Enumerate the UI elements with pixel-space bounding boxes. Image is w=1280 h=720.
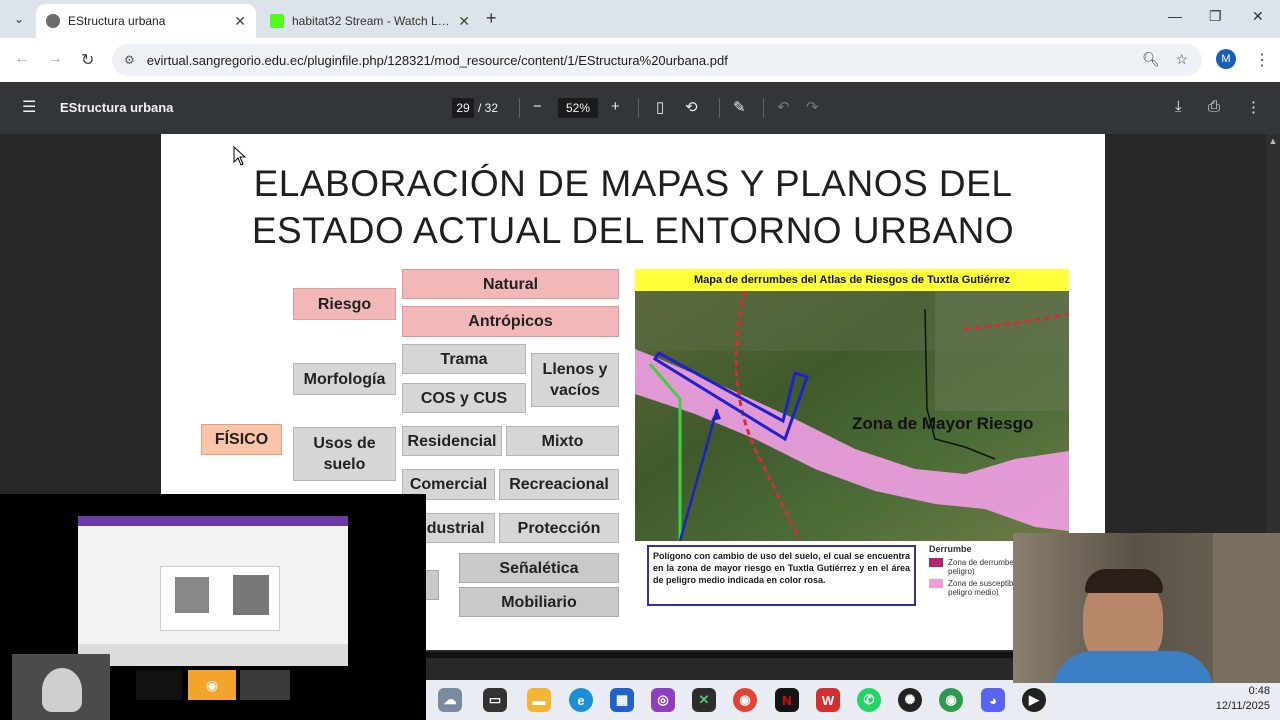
item-cos-cus: COS y CUS [402,383,526,413]
risk-map-image: Zona de Mayor Riesgo [635,269,1069,541]
file-explorer-icon[interactable]: ▬ [527,688,551,712]
screen-share-overlay: ◉ [0,494,426,720]
tab-strip: ⌄ EStructura urbana ✕ habitat32 Stream -… [0,0,1280,38]
minimize-icon[interactable]: — [1168,8,1182,24]
wps-office-icon[interactable]: W [816,688,840,712]
url-text: evirtual.sangregorio.edu.ec/pluginfile.p… [146,52,728,68]
category-riesgo: Riesgo [293,288,396,320]
legend-swatch [929,558,943,567]
preview-document [160,566,280,631]
tab-search-button[interactable]: ⌄ [8,8,30,30]
chrome-icon[interactable]: ◉ [733,688,757,712]
map-caption: Polígono con cambio de uso del suelo, el… [647,545,916,606]
profile-avatar[interactable]: M [1216,49,1236,69]
zoom-out-icon[interactable]: − [533,98,542,115]
windows-taskbar: ☁ ▭ ▬ e ▦ ◎ ✕ ◉ N W ✆ ✺ ◉ ◕ ▶ 0:48 12/11… [426,680,1280,720]
davinci-icon[interactable]: ✺ [898,688,922,712]
mouse-cursor-icon [233,146,247,166]
category-usos-suelo: Usos de suelo [293,427,396,481]
root-fisico: FÍSICO [201,424,282,455]
browser-menu-icon[interactable]: ⋮ [1254,50,1270,70]
overlay-strip [426,652,1014,658]
sidebar-menu-icon[interactable]: ☰ [22,97,36,117]
close-window-icon[interactable]: ✕ [1252,8,1264,25]
forward-icon[interactable]: → [47,50,63,68]
bookmark-star-icon[interactable]: ☆ [1175,51,1188,67]
item-residencial: Residencial [402,426,502,456]
back-icon[interactable]: ← [14,50,30,68]
item-recreacional: Recreacional [499,469,619,500]
tab-title: habitat32 Stream - Watch Live on [292,14,453,28]
scroll-up-icon[interactable]: ▲ [1266,136,1280,146]
tab-habitat-stream[interactable]: habitat32 Stream - Watch Live on ✕ [260,4,480,38]
download-icon[interactable]: ⤓ [1175,98,1182,115]
edge-icon[interactable]: e [569,688,593,712]
fit-page-icon[interactable]: ▯ [656,98,664,116]
tab-estructura-urbana[interactable]: EStructura urbana ✕ [36,4,256,38]
pdf-toolbar: ☰ EStructura urbana 29 / 32 − 52% + ▯ ⟲ … [0,82,1280,134]
item-senaletica: Señalética [459,553,619,583]
netflix-icon[interactable]: N [775,688,799,712]
item-mobiliario: Mobiliario [459,587,619,617]
map-title: Mapa de derrumbes del Atlas de Riesgos d… [635,269,1069,291]
restore-icon[interactable]: ❐ [1209,8,1222,25]
site-info-icon[interactable]: ⚙ [124,53,135,67]
item-antropicos: Antrópicos [402,306,619,337]
kick-logo-icon [270,14,284,28]
divider [763,98,764,118]
undo-icon[interactable]: ↶ [777,98,790,116]
clock-date: 12/11/2025 [1215,700,1270,712]
address-bar[interactable]: ⚙ evirtual.sangregorio.edu.ec/pluginfile… [112,44,1202,76]
close-tab-icon[interactable]: ✕ [458,13,470,30]
item-trama: Trama [402,344,526,374]
photos-icon[interactable]: ◎ [651,688,675,712]
small-webcam-preview [12,654,110,720]
item-natural: Natural [402,269,619,299]
zoom-icon[interactable]: 🔍︎ [1142,51,1160,67]
close-tab-icon[interactable]: ✕ [234,13,246,30]
more-options-icon[interactable]: ⋮ [1246,98,1261,116]
xbox-icon[interactable]: ✕ [692,688,716,712]
divider [638,98,639,118]
browser-toolbar: ← → ↻ ⚙ evirtual.sangregorio.edu.ec/plug… [0,38,1280,82]
slide-title-line2: ESTADO ACTUAL DEL ENTORNO URBANO [251,210,1015,251]
category-morfologia: Morfología [293,363,396,395]
discord-icon: ◉ [188,670,236,700]
clock-time: 0:48 [1248,685,1270,697]
reload-icon[interactable]: ↻ [81,50,94,70]
task-view-icon[interactable]: ▭ [483,688,507,712]
annotate-icon[interactable]: ✎ [733,98,746,116]
slide-title-line1: ELABORACIÓN DE MAPAS Y PLANOS DEL [253,163,1013,204]
widgets-icon[interactable]: ☁ [438,688,462,712]
page-total: / 32 [478,101,499,115]
map-zone-label: Zona de Mayor Riesgo [852,414,1033,433]
discord-taskbar-icon[interactable]: ◕ [981,688,1005,712]
rotate-icon[interactable]: ⟲ [685,98,698,116]
system-clock[interactable]: 0:48 12/11/2025 [1216,684,1270,714]
slide-title: ELABORACIÓN DE MAPAS Y PLANOS DEL ESTADO… [161,160,1105,254]
page-number-input[interactable]: 29 [452,98,474,118]
divider [519,98,520,118]
document-title: EStructura urbana [60,100,174,115]
divider [719,98,720,118]
whatsapp-icon[interactable]: ✆ [857,688,881,712]
print-icon[interactable]: ⎙ [1208,98,1220,115]
zoom-in-icon[interactable]: + [611,98,620,115]
streamer-shirt [1053,651,1213,683]
zoom-level-input[interactable]: 52% [558,98,598,118]
redo-icon[interactable]: ↷ [806,98,819,116]
item-proteccion: Protección [499,513,619,543]
webcam-overlay [1013,533,1280,683]
item-llenos-vacios: Llenos y vacíos [531,353,619,407]
item-mixto: Mixto [506,426,619,456]
tab-title: EStructura urbana [68,14,166,28]
chrome-profile-icon[interactable]: ◉ [939,688,963,712]
new-tab-icon[interactable]: + [486,8,497,29]
store-icon[interactable]: ▦ [610,688,634,712]
media-player-icon[interactable]: ▶ [1022,688,1046,712]
preview-taskbar: ◉ [136,670,291,700]
legend-swatch [929,579,943,588]
shared-screen-preview [78,516,348,666]
globe-icon [46,14,60,28]
